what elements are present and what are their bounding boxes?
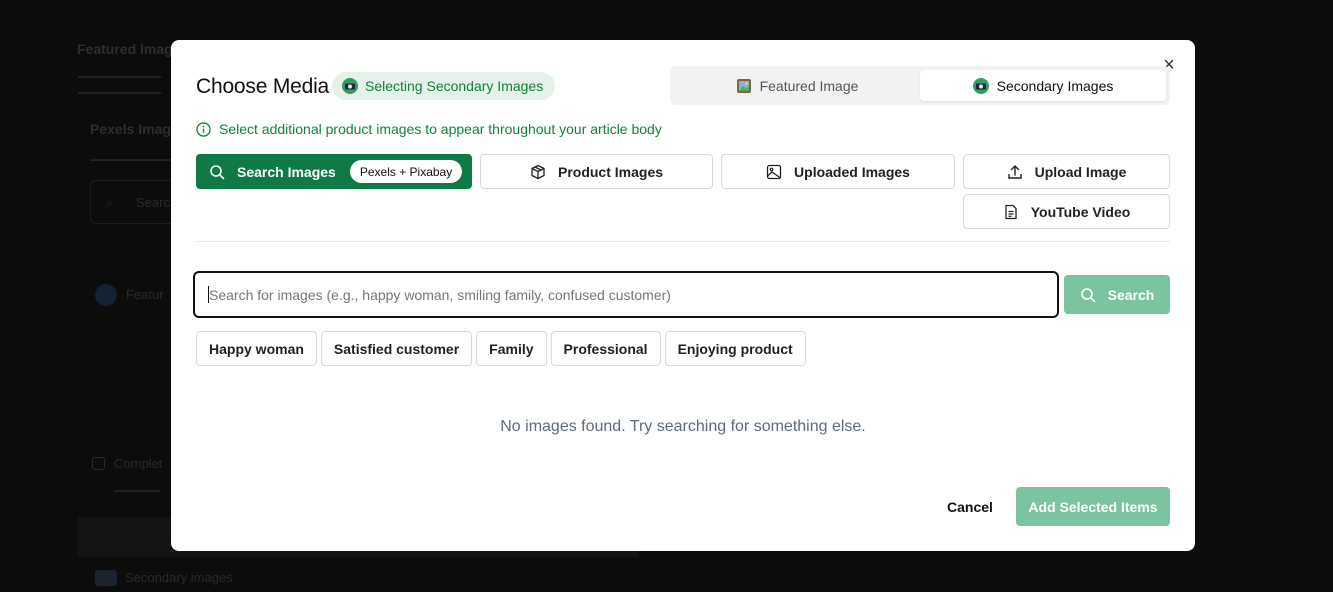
suggestion-chip[interactable]: Professional (550, 331, 661, 366)
search-input[interactable] (193, 271, 1059, 318)
tab-featured-image-label: Featured Image (759, 77, 859, 94)
bg-secondary-label: Secondary images (125, 570, 233, 585)
bg-avatar (95, 570, 117, 586)
bg-text-line: ▁▁▁▁▁▁▁▁▁ (90, 147, 174, 161)
bg-featured-heading: Featured Imag (77, 41, 173, 57)
uploaded-images-button[interactable]: Uploaded Images (721, 154, 955, 189)
upload-image-button[interactable]: Upload Image (963, 154, 1170, 189)
upload-icon (1007, 164, 1023, 180)
product-images-button[interactable]: Product Images (480, 154, 713, 189)
product-images-label: Product Images (557, 163, 664, 180)
suggestion-chip[interactable]: Enjoying product (664, 331, 806, 366)
modal-title: Choose Media (196, 75, 330, 98)
suggestion-chips: Happy woman Satisfied customer Family Pr… (196, 331, 806, 366)
search-button-label: Search (1107, 286, 1155, 303)
mode-badge-label: Selecting Secondary Images (365, 78, 544, 94)
camera-icon (342, 78, 358, 94)
youtube-video-label: YouTube Video (1030, 203, 1131, 220)
bg-text-line: ▁▁▁▁▁▁▁▁▁ (78, 80, 162, 94)
suggestion-chip[interactable]: Family (476, 331, 547, 366)
search-icon (1080, 287, 1096, 303)
mode-badge: Selecting Secondary Images (332, 72, 556, 100)
bg-complete-text: Complet (114, 456, 163, 471)
bg-text-line: ▁▁▁▁▁▁▁▁▁ (78, 64, 162, 78)
bg-text-line: ▁▁▁▁▁ (114, 478, 161, 492)
file-text-icon (1003, 204, 1019, 220)
package-icon (530, 164, 546, 180)
bg-search-text: Searc (136, 195, 170, 210)
search-button[interactable]: Search (1064, 275, 1170, 314)
text-caret (208, 286, 209, 303)
youtube-video-button[interactable]: YouTube Video (963, 194, 1170, 229)
tab-secondary-images-label: Secondary Images (996, 77, 1114, 94)
section-divider (196, 241, 1170, 242)
framed-picture-icon (736, 78, 752, 94)
media-type-tabs: Featured Image Secondary Images (670, 66, 1170, 105)
suggestion-chip[interactable]: Happy woman (196, 331, 317, 366)
bg-featured-text: Featur (126, 287, 164, 302)
info-message: Select additional product images to appe… (196, 121, 662, 137)
cancel-button[interactable]: Cancel (939, 487, 1001, 526)
bg-checkbox (92, 457, 105, 470)
bg-pexels-label: Pexels Image (90, 121, 179, 137)
add-selected-items-button[interactable]: Add Selected Items (1016, 487, 1170, 526)
tab-featured-image[interactable]: Featured Image (674, 70, 920, 101)
choose-media-modal: × Choose Media Selecting Secondary Image… (171, 40, 1195, 551)
bg-circle-icon (95, 284, 117, 306)
info-text: Select additional product images to appe… (219, 121, 662, 137)
search-icon (209, 164, 225, 180)
upload-image-label: Upload Image (1034, 163, 1127, 180)
search-images-button[interactable]: Search Images Pexels + Pixabay (196, 154, 472, 189)
suggestion-chip[interactable]: Satisfied customer (320, 331, 473, 366)
provider-pill: Pexels + Pixabay (349, 160, 463, 183)
camera-icon (972, 77, 989, 94)
empty-state-message: No images found. Try searching for somet… (500, 418, 866, 435)
image-icon (766, 164, 782, 180)
bg-search-icon: ⌕ (106, 195, 114, 210)
search-images-label: Search Images (237, 163, 336, 180)
uploaded-images-label: Uploaded Images (794, 163, 910, 180)
tab-secondary-images[interactable]: Secondary Images (920, 70, 1166, 101)
info-circle-icon (196, 121, 211, 137)
